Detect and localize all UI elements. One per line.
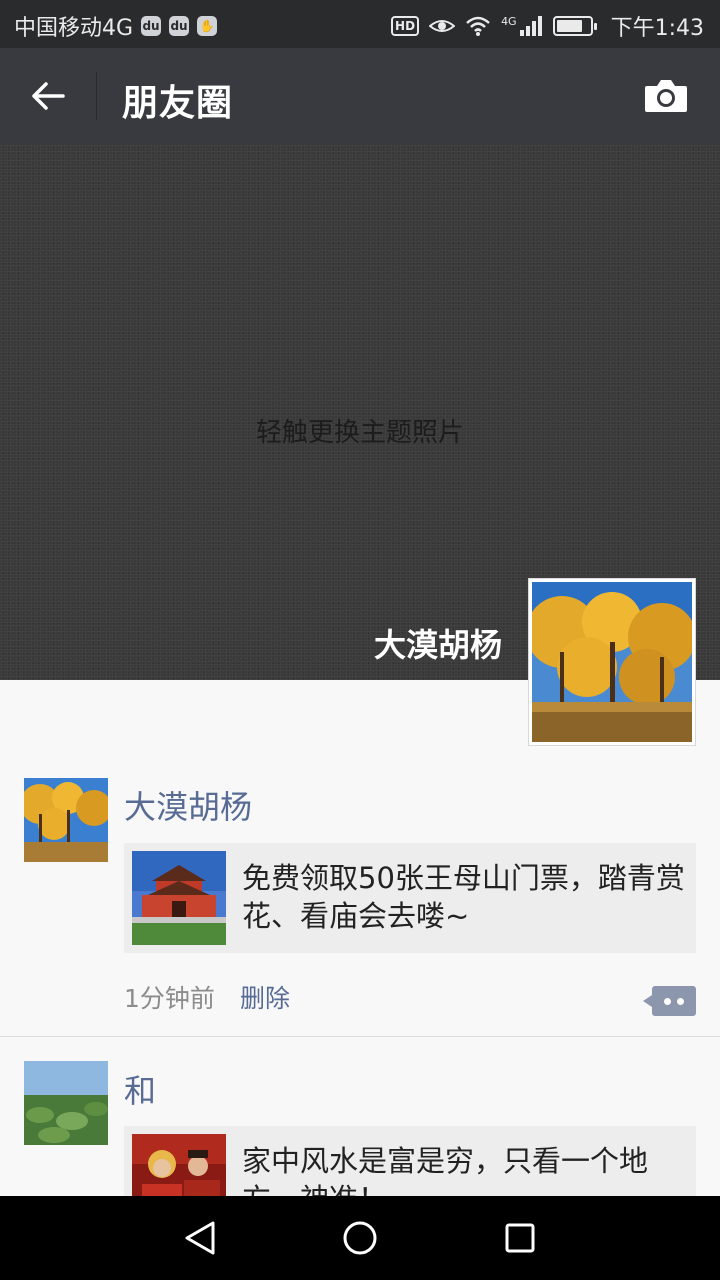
status-left: 中国移动4G du du ✋ <box>14 10 218 42</box>
share-title: 免费领取50张王母山门票，踏青赏花、看庙会去喽~ <box>242 861 685 933</box>
hd-icon: HD <box>391 16 420 36</box>
status-right: HD 4G 下午1:43 <box>391 10 704 42</box>
triangle-back-icon <box>185 1221 215 1255</box>
avatar-image <box>24 1061 108 1145</box>
share-card[interactable]: 免费领取50张王母山门票，踏青赏花、看庙会去喽~ <box>124 843 696 953</box>
status-bar: 中国移动4G du du ✋ HD 4G 下午1:43 <box>0 0 720 48</box>
square-recents-icon <box>505 1223 535 1253</box>
nav-divider <box>96 72 97 120</box>
more-icon <box>664 998 671 1005</box>
network-label: 4G <box>501 14 517 28</box>
wifi-icon <box>466 16 490 36</box>
carrier-label: 中国移动4G <box>14 16 134 41</box>
camera-icon <box>645 80 687 112</box>
delete-link[interactable]: 删除 <box>240 979 290 1015</box>
avatar[interactable] <box>20 778 112 862</box>
baidu-icon: du <box>169 16 190 36</box>
profile-name: 大漠胡杨 <box>373 626 502 664</box>
back-nav-button[interactable] <box>176 1214 224 1262</box>
recents-nav-button[interactable] <box>496 1214 544 1262</box>
clock: 下午1:43 <box>610 16 704 41</box>
post-author[interactable]: 大漠胡杨 <box>124 782 252 828</box>
avatar-image <box>526 582 696 742</box>
share-thumbnail <box>132 851 226 945</box>
avatar[interactable] <box>24 1061 108 1145</box>
system-nav-bar <box>0 1196 720 1280</box>
moments-screen: 中国移动4G du du ✋ HD 4G 下午1:43 朋友圈 轻触更换主题照片… <box>0 0 720 1280</box>
more-icon <box>677 998 684 1005</box>
camera-button[interactable] <box>636 72 696 120</box>
post-time: 1分钟前 <box>124 984 215 1013</box>
post-author[interactable]: 和 <box>124 1066 156 1112</box>
page-title: 朋友圈 <box>122 83 234 124</box>
eye-icon <box>429 20 456 32</box>
cover-hint: 轻触更换主题照片 <box>255 418 464 448</box>
post-divider <box>0 1036 720 1037</box>
circle-home-icon <box>343 1221 377 1255</box>
comment-button[interactable] <box>643 986 696 1016</box>
signal-icon <box>519 16 542 36</box>
profile-avatar[interactable] <box>526 578 696 746</box>
home-nav-button[interactable] <box>336 1214 384 1262</box>
battery-icon <box>552 16 597 36</box>
arrow-left-icon <box>32 82 65 110</box>
baidu-icon: du <box>141 16 162 36</box>
nav-bar: 朋友圈 <box>0 48 720 144</box>
avatar-image <box>20 778 112 862</box>
hand-icon: ✋ <box>197 16 218 36</box>
back-button[interactable] <box>20 72 76 120</box>
